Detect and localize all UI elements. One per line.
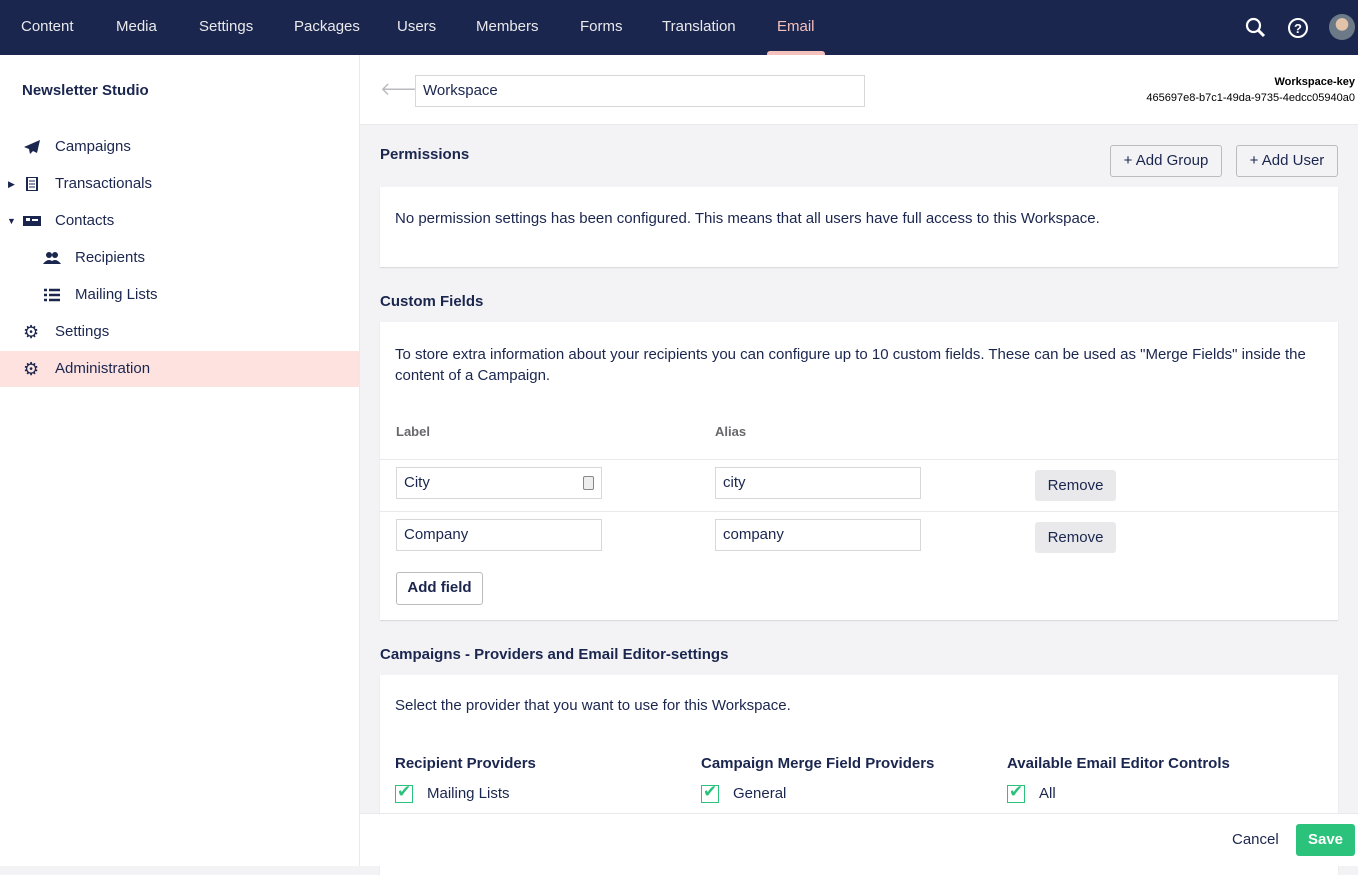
sidebar-item-transactionals[interactable]: ▶ Transactionals (0, 166, 359, 202)
column-alias-header: Alias (715, 424, 747, 439)
field-label-input[interactable]: Company (396, 519, 602, 551)
user-avatar[interactable] (1329, 14, 1355, 40)
sidebar-item-settings[interactable]: ⚙ Settings (0, 314, 359, 350)
sidebar-item-label: Contacts (55, 212, 115, 229)
editor-controls-heading: Available Email Editor Controls (1007, 755, 1230, 772)
users-icon (43, 252, 61, 264)
field-alias-input[interactable]: city (715, 467, 921, 499)
add-group-button[interactable]: + Add Group (1110, 145, 1222, 177)
sidebar-item-label: Mailing Lists (75, 286, 158, 303)
general-checkbox[interactable] (701, 782, 719, 803)
custom-fields-title: Custom Fields (380, 293, 484, 310)
sidebar-item-label: Transactionals (55, 175, 152, 192)
sidebar: Newsletter Studio Campaigns ▶ Transactio… (0, 55, 360, 866)
id-card-icon (23, 216, 41, 226)
search-icon[interactable] (1245, 17, 1267, 39)
add-user-button[interactable]: + Add User (1236, 145, 1338, 177)
nav-email[interactable]: Email (767, 0, 824, 55)
autofill-icon[interactable] (583, 476, 594, 490)
nav-members[interactable]: Members (476, 0, 539, 55)
caret-down-icon[interactable]: ▼ (7, 203, 16, 239)
gear-icon: ⚙ (23, 359, 40, 379)
custom-fields-card: To store extra information about your re… (380, 322, 1338, 620)
sidebar-item-contacts[interactable]: ▼ Contacts (0, 203, 359, 239)
nav-translation[interactable]: Translation (662, 0, 736, 55)
sidebar-item-label: Administration (55, 360, 151, 377)
sidebar-item-campaigns[interactable]: Campaigns (0, 129, 359, 165)
permissions-title: Permissions (380, 146, 470, 163)
remove-field-button[interactable]: Remove (1035, 470, 1116, 501)
field-label-input[interactable]: City (396, 467, 602, 499)
campaigns-settings-title: Campaigns - Providers and Email Editor-s… (380, 646, 729, 663)
workspace-key-value: 465697e8-b7c1-49da-9735-4edcc05940a0 (1146, 92, 1355, 104)
all-controls-checkbox[interactable] (1007, 782, 1025, 803)
sidebar-title: Newsletter Studio (22, 82, 149, 99)
gear-icon: ⚙ (23, 322, 40, 342)
campaigns-description: Select the provider that you want to use… (395, 697, 791, 714)
nav-users[interactable]: Users (397, 0, 436, 55)
sidebar-item-label: Settings (55, 323, 110, 340)
permissions-card: No permission settings has been configur… (380, 187, 1338, 267)
nav-settings[interactable]: Settings (199, 0, 253, 55)
caret-right-icon[interactable]: ▶ (8, 166, 15, 202)
sidebar-item-administration[interactable]: ⚙ Administration (0, 351, 359, 387)
remove-field-button[interactable]: Remove (1035, 522, 1116, 553)
nav-content[interactable]: Content (21, 0, 74, 55)
workspace-name-input[interactable]: Workspace (415, 75, 865, 107)
column-label-header: Label (396, 424, 430, 439)
workspace-key-label: Workspace-key (1274, 76, 1355, 88)
document-icon (26, 177, 38, 191)
paper-plane-icon (24, 140, 40, 154)
top-navigation: Content Media Settings Packages Users Me… (0, 0, 1358, 55)
nav-media[interactable]: Media (116, 0, 157, 55)
save-button[interactable]: Save (1296, 824, 1355, 856)
nav-packages[interactable]: Packages (294, 0, 360, 55)
editor-header: 🡐 Workspace Workspace-key 465697e8-b7c1-… (360, 55, 1358, 125)
sidebar-item-label: Recipients (75, 249, 146, 266)
nav-forms[interactable]: Forms (580, 0, 623, 55)
sidebar-item-label: Campaigns (55, 138, 131, 155)
svg-text:?: ? (1294, 21, 1302, 36)
recipient-providers-heading: Recipient Providers (395, 755, 536, 772)
sidebar-item-mailing-lists[interactable]: Mailing Lists (0, 277, 359, 313)
all-option-label: All (1039, 785, 1056, 802)
footer-bar: Cancel Save (360, 813, 1358, 866)
help-icon[interactable]: ? (1287, 17, 1309, 39)
list-icon (44, 288, 60, 302)
permissions-message: No permission settings has been configur… (395, 210, 1100, 227)
general-option-label: General (733, 785, 787, 802)
cancel-button[interactable]: Cancel (1232, 831, 1279, 848)
mailing-lists-checkbox[interactable] (395, 782, 413, 803)
sidebar-item-recipients[interactable]: Recipients (0, 240, 359, 276)
field-alias-input[interactable]: company (715, 519, 921, 551)
mailing-lists-option-label: Mailing Lists (427, 785, 510, 802)
add-field-button[interactable]: Add field (396, 572, 483, 605)
custom-fields-description: To store extra information about your re… (395, 346, 1306, 384)
merge-field-providers-heading: Campaign Merge Field Providers (701, 755, 935, 772)
